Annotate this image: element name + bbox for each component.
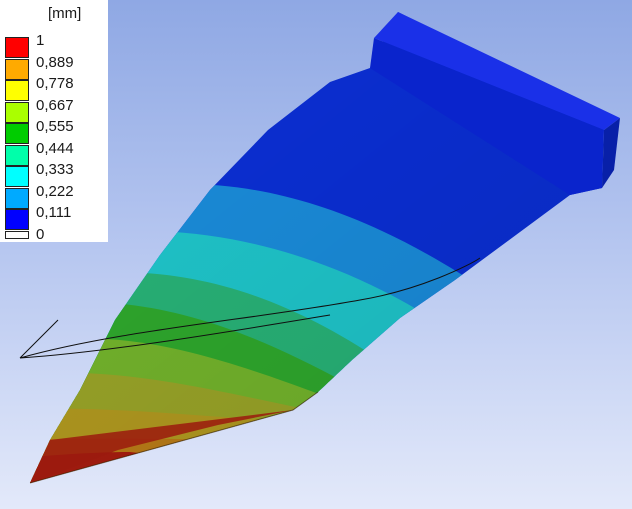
legend-swatch — [5, 144, 29, 166]
legend-swatch — [5, 101, 29, 123]
legend-unit-label: [mm] — [48, 5, 82, 22]
legend-tick-label: 0,778 — [36, 75, 74, 92]
legend-tick-label: 0,667 — [36, 96, 74, 114]
legend-swatch — [5, 187, 29, 209]
legend-swatch — [5, 123, 29, 144]
legend-tick-label: 0,111 — [36, 204, 72, 221]
legend-tick-label: 0,555 — [36, 118, 74, 135]
legend-tick-label: 0,444 — [36, 139, 74, 157]
contour-legend: [mm] 1 0,889 0,778 0,667 0,555 0,444 0,333 0,22… — [0, 0, 108, 242]
legend-tick-label: 0,222 — [36, 182, 74, 200]
legend-swatch — [5, 230, 29, 239]
legend-swatch — [5, 166, 29, 187]
legend-swatch — [5, 80, 29, 101]
legend-swatch — [5, 37, 29, 58]
legend-tick-label: 1 — [36, 32, 45, 49]
legend-swatch — [5, 58, 29, 80]
legend-tick-label: 0,889 — [36, 53, 74, 71]
legend-tick-label: 0,333 — [36, 161, 74, 178]
legend-tick-label: 0 — [36, 225, 45, 243]
legend-swatch — [5, 209, 29, 230]
